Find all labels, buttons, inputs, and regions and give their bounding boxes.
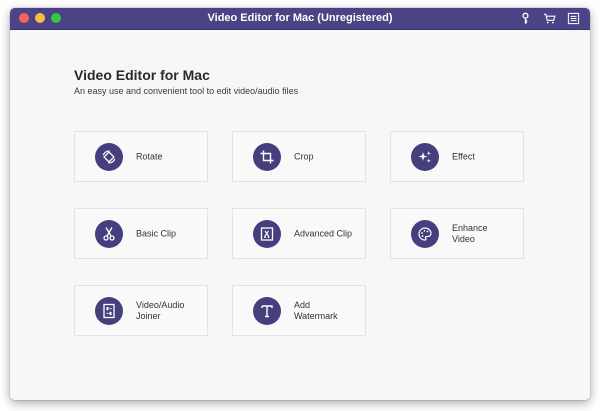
titlebar-toolbar [519,12,580,25]
page-title: Video Editor for Mac [74,67,210,83]
title-bar: Video Editor for Mac (Unregistered) [10,8,590,30]
tool-label: Rotate [136,151,163,161]
tool-label: Video/Audio Joiner [136,299,185,321]
tool-label: Basic Clip [136,228,177,238]
joiner-icon [95,297,123,325]
watermark-text-icon [253,297,281,325]
tool-card-enhance-video[interactable]: Enhance Video [390,208,524,259]
tool-card-advanced-clip[interactable]: Advanced Clip [232,208,366,259]
crop-icon [253,143,281,171]
main-content: Video Editor for Mac An easy use and con… [10,30,590,400]
key-icon[interactable] [519,12,532,25]
tool-label: Advanced Clip [294,228,353,238]
tool-label: Effect [452,151,475,161]
advanced-clip-icon [253,220,281,248]
menu-list-icon[interactable] [567,12,580,25]
tool-card-add-watermark[interactable]: Add Watermark [232,285,366,336]
tool-card-basic-clip[interactable]: Basic Clip [74,208,208,259]
tool-card-rotate[interactable]: Rotate [74,131,208,182]
rotate-icon [95,143,123,171]
tool-label: Crop [294,151,314,161]
tool-label: Add Watermark [294,299,338,321]
enhance-palette-icon [411,220,439,248]
app-window: Video Editor for Mac (Unregistered) Vide… [10,8,590,400]
window-title: Video Editor for Mac (Unregistered) [207,12,393,24]
effect-icon [411,143,439,171]
cart-icon[interactable] [543,12,556,25]
scissors-icon [95,220,123,248]
tool-card-video-audio-joiner[interactable]: Video/Audio Joiner [74,285,208,336]
tool-label: Enhance Video [452,222,488,244]
tool-card-crop[interactable]: Crop [232,131,366,182]
page-subtitle: An easy use and convenient tool to edit … [74,86,299,96]
tool-card-effect[interactable]: Effect [390,131,524,182]
